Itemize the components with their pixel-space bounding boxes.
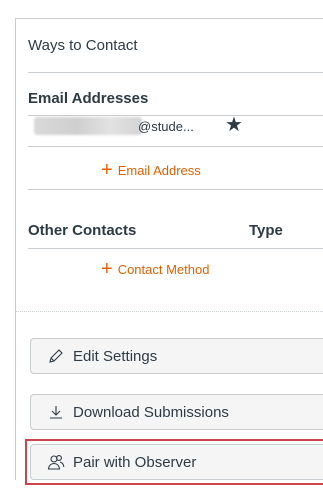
add-email-address-label: Email Address xyxy=(117,162,201,178)
add-contact-method-label: Contact Method xyxy=(117,261,210,277)
email-addresses-heading: Email Addresses xyxy=(28,90,149,107)
plus-icon: + xyxy=(101,258,113,280)
download-submissions-button[interactable]: Download Submissions xyxy=(30,394,323,430)
divider xyxy=(28,248,323,249)
pair-with-observer-label: Pair with Observer xyxy=(73,453,197,471)
email-address-row[interactable]: @stude... ★ xyxy=(34,115,304,143)
edit-settings-label: Edit Settings xyxy=(73,347,158,365)
ways-to-contact-panel: Ways to Contact Email Addresses @stude..… xyxy=(16,19,323,289)
edit-settings-button[interactable]: Edit Settings xyxy=(30,338,323,374)
type-column-heading: Type xyxy=(249,222,283,239)
email-address-text: @stude... xyxy=(138,119,194,134)
pair-with-observer-button[interactable]: Pair with Observer xyxy=(30,444,323,480)
contact-sidebar: Ways to Contact Email Addresses @stude..… xyxy=(15,18,323,485)
divider xyxy=(28,146,323,147)
redacted-email-blur xyxy=(34,117,142,135)
add-contact-method-link[interactable]: + Contact Method xyxy=(101,258,210,280)
other-contacts-heading: Other Contacts xyxy=(28,222,137,239)
section-separator xyxy=(16,311,323,312)
users-icon xyxy=(47,453,65,471)
plus-icon: + xyxy=(101,159,113,181)
divider xyxy=(28,72,323,73)
star-icon[interactable]: ★ xyxy=(225,115,243,135)
add-email-address-link[interactable]: + Email Address xyxy=(101,159,201,181)
pencil-icon xyxy=(47,347,65,365)
download-icon xyxy=(47,403,65,421)
download-submissions-label: Download Submissions xyxy=(73,403,229,421)
ways-to-contact-title: Ways to Contact xyxy=(28,37,138,54)
divider xyxy=(28,189,323,190)
